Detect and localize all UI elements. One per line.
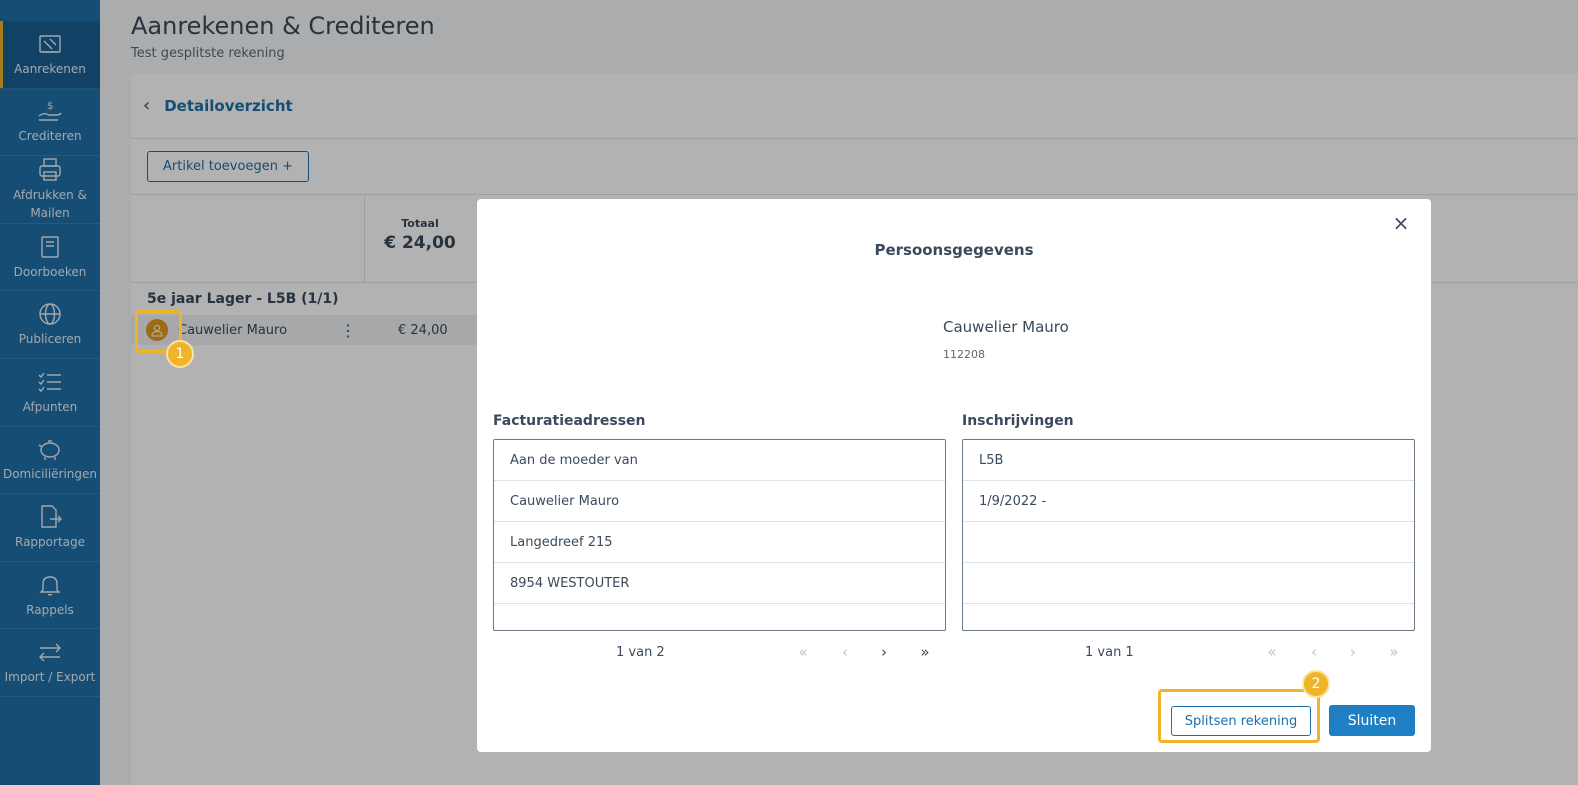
close-button[interactable]: Sluiten: [1329, 705, 1415, 736]
annotation-badge-2: 2: [1302, 670, 1330, 698]
person-details-modal: × Persoonsgegevens Cauwelier Mauro 11220…: [477, 199, 1431, 752]
modal-title: Persoonsgegevens: [874, 241, 1034, 259]
prev-page-icon[interactable]: ‹: [835, 643, 855, 661]
list-item: Cauwelier Mauro: [494, 481, 945, 522]
annotation-badge-1: 1: [166, 340, 194, 368]
list-item: [494, 604, 945, 630]
last-page-icon[interactable]: »: [1384, 643, 1404, 661]
enrollments-pager: 1 van 1 « ‹ › »: [962, 643, 1415, 663]
list-item: [963, 563, 1414, 604]
list-item: [963, 522, 1414, 563]
highlight-split-button: [1158, 689, 1320, 743]
first-page-icon[interactable]: «: [793, 643, 813, 661]
next-page-icon[interactable]: ›: [874, 643, 894, 661]
billing-pager: 1 van 2 « ‹ › »: [493, 643, 946, 663]
list-item: 8954 WESTOUTER: [494, 563, 945, 604]
list-item: Aan de moeder van: [494, 440, 945, 481]
enrollments-list: L5B 1/9/2022 -: [962, 439, 1415, 631]
first-page-icon[interactable]: «: [1262, 643, 1282, 661]
billing-pager-text: 1 van 2: [616, 645, 665, 660]
modal-person-id: 112208: [943, 348, 985, 361]
prev-page-icon[interactable]: ‹: [1304, 643, 1324, 661]
enrollments-pager-text: 1 van 1: [1085, 645, 1134, 660]
list-item: Langedreef 215: [494, 522, 945, 563]
list-item: [963, 604, 1414, 630]
list-item: L5B: [963, 440, 1414, 481]
next-page-icon[interactable]: ›: [1343, 643, 1363, 661]
list-item: 1/9/2022 -: [963, 481, 1414, 522]
last-page-icon[interactable]: »: [915, 643, 935, 661]
enrollments-title: Inschrijvingen: [962, 413, 1074, 429]
close-icon[interactable]: ×: [1389, 211, 1413, 235]
modal-person-name: Cauwelier Mauro: [943, 318, 1069, 336]
billing-title: Facturatieadressen: [493, 413, 646, 429]
billing-list: Aan de moeder van Cauwelier Mauro Langed…: [493, 439, 946, 631]
